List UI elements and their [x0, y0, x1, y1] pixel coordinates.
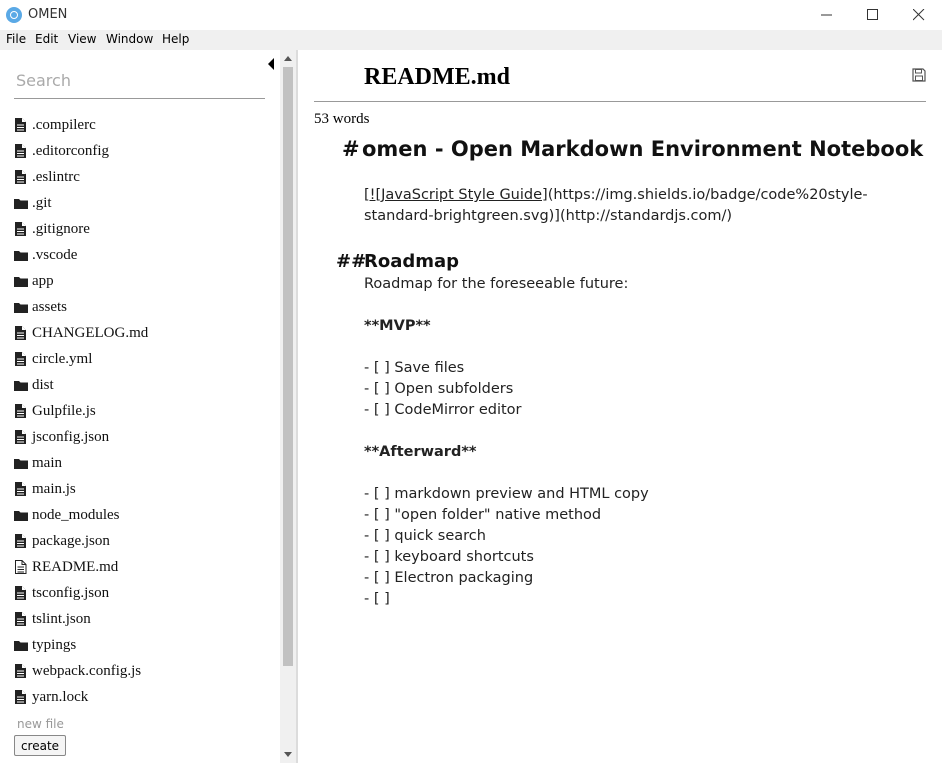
file-icon	[15, 404, 26, 418]
mvp-heading: **MVP**	[364, 318, 431, 334]
document-title: README.md	[364, 64, 511, 90]
file-name: webpack.config.js	[32, 663, 142, 679]
afterward-item: - [ ]	[364, 591, 390, 607]
folder-icon	[14, 277, 28, 287]
file-icon	[15, 326, 26, 340]
file-icon	[15, 612, 26, 626]
folder-icon	[14, 459, 28, 469]
file-icon	[15, 482, 26, 496]
maximize-button[interactable]	[850, 0, 896, 30]
file-outline-icon	[15, 560, 27, 574]
folder-icon	[14, 251, 28, 261]
file-name: main.js	[32, 481, 76, 497]
word-count: 53 words	[314, 111, 370, 127]
file-name: .editorconfig	[32, 143, 110, 159]
afterward-item: - [ ] markdown preview and HTML copy	[364, 486, 649, 502]
file-name: .eslintrc	[32, 169, 80, 185]
file-name: .git	[32, 195, 52, 211]
folder-icon	[14, 303, 28, 313]
file-name: tsconfig.json	[32, 585, 110, 601]
h2-marker: ##	[336, 251, 367, 272]
afterward-item: - [ ] Electron packaging	[364, 570, 534, 586]
file-name: .gitignore	[32, 221, 90, 237]
h2-text: Roadmap	[364, 251, 460, 272]
h1-marker: #	[342, 137, 360, 161]
afterward-item: - [ ] "open folder" native method	[364, 507, 602, 523]
maximize-icon	[867, 9, 878, 20]
badge-line-1: [![JavaScript Style Guide](https://img.s…	[364, 187, 868, 203]
badge-url-part: (https://img.shields.io/badge/code%20sty…	[547, 187, 868, 203]
new-file-input[interactable]: new file	[17, 717, 64, 731]
file-name: .compilerc	[32, 117, 96, 133]
file-name: yarn.lock	[32, 689, 89, 705]
badge-link-text[interactable]: [![JavaScript Style Guide]	[364, 187, 548, 203]
badge-link-url: (http://standardjs.com/)	[559, 208, 733, 224]
file-name: typings	[32, 637, 77, 653]
roadmap-intro: Roadmap for the foreseeable future:	[364, 276, 629, 292]
file-icon	[15, 586, 26, 600]
file-icon	[15, 664, 26, 678]
file-name: node_modules	[32, 507, 120, 523]
afterward-heading: **Afterward**	[364, 444, 477, 460]
menu-edit[interactable]: Edit	[35, 32, 58, 46]
file-icon	[15, 352, 26, 366]
title-bar: OMEN	[0, 0, 942, 30]
file-icon	[15, 144, 26, 158]
file-name: README.md	[32, 559, 119, 575]
file-name: circle.yml	[32, 351, 93, 367]
folder-icon	[14, 641, 28, 651]
file-name: app	[32, 273, 54, 289]
file-name: tslint.json	[32, 611, 91, 627]
file-name: assets	[32, 299, 67, 315]
sidebar-scrollbar[interactable]	[280, 50, 296, 763]
mvp-item: - [ ] Open subfolders	[364, 381, 514, 397]
file-icon	[15, 534, 26, 548]
file-icon	[15, 690, 26, 704]
scroll-down-arrow-icon[interactable]	[284, 752, 292, 757]
window-title: OMEN	[28, 7, 68, 22]
close-icon	[913, 9, 925, 21]
file-icon	[15, 118, 26, 132]
title-divider	[314, 101, 926, 102]
file-icon	[15, 430, 26, 444]
file-name: Gulpfile.js	[32, 403, 96, 419]
file-name: main	[32, 455, 62, 471]
file-name: CHANGELOG.md	[32, 325, 149, 341]
collapse-sidebar-icon[interactable]	[268, 58, 274, 70]
save-icon[interactable]	[912, 68, 926, 82]
menu-help[interactable]: Help	[162, 32, 189, 46]
menu-file[interactable]: File	[6, 32, 26, 46]
menu-bar: File Edit View Window Help	[0, 30, 942, 50]
minimize-icon	[821, 14, 832, 16]
menu-view[interactable]: View	[68, 32, 96, 46]
folder-icon	[14, 199, 28, 209]
search-input[interactable]	[14, 62, 265, 99]
file-name: package.json	[32, 533, 110, 549]
afterward-item: - [ ] quick search	[364, 528, 486, 544]
file-name: jsconfig.json	[32, 429, 110, 445]
scroll-thumb[interactable]	[283, 67, 293, 666]
file-icon	[15, 170, 26, 184]
minimize-button[interactable]	[804, 0, 850, 30]
badge-url-end: standard-brightgreen.svg)]	[364, 208, 560, 224]
folder-icon	[14, 511, 28, 521]
scroll-up-arrow-icon[interactable]	[284, 56, 292, 61]
menu-window[interactable]: Window	[106, 32, 153, 46]
mvp-item: - [ ] Save files	[364, 360, 465, 376]
file-sidebar: .compilerc .editorconfig .eslintrc .git .git…	[0, 50, 280, 763]
folder-icon	[14, 381, 28, 391]
close-button[interactable]	[896, 0, 942, 30]
editor-pane: README.md 53 words # omen - Open Markdow…	[298, 50, 942, 763]
app-logo-icon	[6, 7, 22, 23]
badge-line-2: standard-brightgreen.svg)](http://standa…	[364, 208, 732, 224]
create-button[interactable]: create	[14, 735, 66, 756]
mvp-item: - [ ] CodeMirror editor	[364, 402, 522, 418]
h1-text: omen - Open Markdown Environment Noteboo…	[362, 137, 924, 161]
file-name: dist	[32, 377, 54, 393]
file-name: .vscode	[32, 247, 78, 263]
file-icon	[15, 222, 26, 236]
afterward-item: - [ ] keyboard shortcuts	[364, 549, 534, 565]
